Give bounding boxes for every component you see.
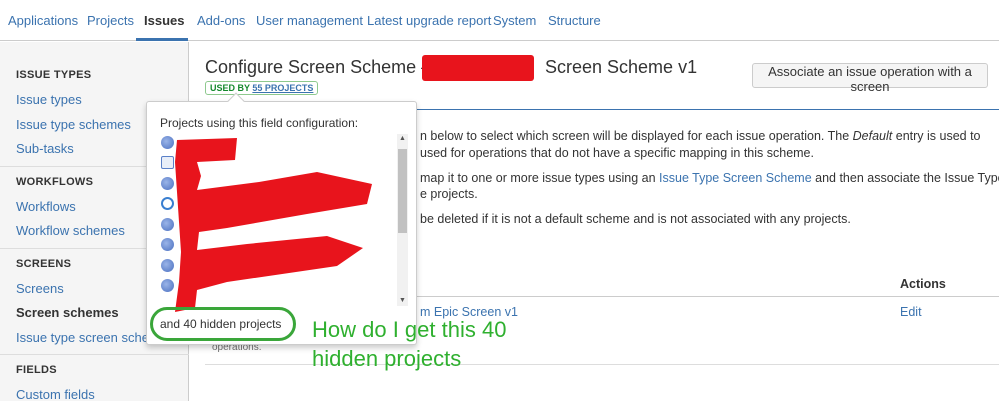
description-default-term: Default <box>852 129 893 143</box>
redaction-scribble <box>422 55 534 81</box>
sidebar-item-workflow-schemes[interactable]: Workflow schemes <box>16 223 125 238</box>
sidebar-heading-fields: FIELDS <box>16 364 57 376</box>
active-tab-indicator <box>136 38 188 41</box>
tab-issues[interactable]: Issues <box>144 13 184 28</box>
admin-top-nav: Applications Projects Issues Add-ons Use… <box>0 0 999 41</box>
description-text: n below to select which screen will be d… <box>420 129 853 143</box>
tab-user-management[interactable]: User management <box>256 13 363 28</box>
description-line-1: n below to select which screen will be d… <box>420 128 981 144</box>
used-by-label: USED BY <box>210 83 250 93</box>
sidebar-item-issue-types[interactable]: Issue types <box>16 92 82 107</box>
sidebar-item-issue-type-schemes[interactable]: Issue type schemes <box>16 117 131 132</box>
tab-add-ons[interactable]: Add-ons <box>197 13 245 28</box>
tab-projects[interactable]: Projects <box>87 13 134 28</box>
description-line-3: map it to one or more issue types using … <box>420 170 999 186</box>
table-header-actions: Actions <box>900 277 946 291</box>
page-title-scheme-name: Screen Scheme v1 <box>545 57 698 77</box>
used-by-projects-link[interactable]: 55 PROJECTS <box>252 83 313 93</box>
redaction-scribble <box>175 138 372 312</box>
popup-scrollbar[interactable]: ▲ ▼ <box>397 134 408 306</box>
issue-type-screen-scheme-link[interactable]: Issue Type Screen Scheme <box>659 171 812 185</box>
used-by-badge[interactable]: USED BY 55 PROJECTS <box>205 81 319 95</box>
sidebar-heading-issue-types: ISSUE TYPES <box>16 69 92 81</box>
description-text: and then associate the Issue Type <box>811 171 999 185</box>
sidebar-heading-workflows: WORKFLOWS <box>16 176 94 188</box>
redaction-fill <box>175 138 372 312</box>
edit-link[interactable]: Edit <box>900 305 922 319</box>
tab-system[interactable]: System <box>493 13 536 28</box>
description-text: entry is used to <box>892 129 981 143</box>
page-title: Configure Screen Scheme — <box>205 57 440 77</box>
description-line-4: e projects. <box>420 187 478 201</box>
annotation-text: How do I get this 40 hidden projects <box>312 315 506 373</box>
sidebar-item-custom-fields[interactable]: Custom fields <box>16 387 95 401</box>
scroll-up-arrow-icon[interactable]: ▲ <box>397 134 408 144</box>
annotation-line-2: hidden projects <box>312 346 462 371</box>
description-line-2: used for operations that do not have a s… <box>420 146 814 160</box>
annotation-line-1: How do I get this 40 <box>312 317 507 342</box>
sidebar-item-sub-tasks[interactable]: Sub-tasks <box>16 141 74 156</box>
sidebar-item-workflows[interactable]: Workflows <box>16 199 76 214</box>
sidebar-item-screen-schemes[interactable]: Screen schemes <box>16 305 119 320</box>
description-line-5: be deleted if it is not a default scheme… <box>420 212 851 226</box>
annotation-highlight-oval <box>150 307 296 341</box>
associate-operation-button[interactable]: Associate an issue operation with a scre… <box>752 63 988 94</box>
sidebar-item-screens[interactable]: Screens <box>16 281 64 296</box>
sidebar-divider <box>0 354 189 355</box>
tab-structure[interactable]: Structure <box>548 13 601 28</box>
description-text: map it to one or more issue types using … <box>420 171 660 185</box>
sidebar-heading-screens: SCREENS <box>16 258 72 270</box>
sidebar-item-issue-type-screen-scheme[interactable]: Issue type screen scheme <box>16 330 167 345</box>
popup-heading: Projects using this field configuration: <box>160 116 359 130</box>
scroll-thumb[interactable] <box>398 149 407 233</box>
tab-applications[interactable]: Applications <box>8 13 78 28</box>
scroll-down-arrow-icon[interactable]: ▼ <box>397 296 408 306</box>
tab-latest-upgrade-report[interactable]: Latest upgrade report <box>367 13 491 28</box>
